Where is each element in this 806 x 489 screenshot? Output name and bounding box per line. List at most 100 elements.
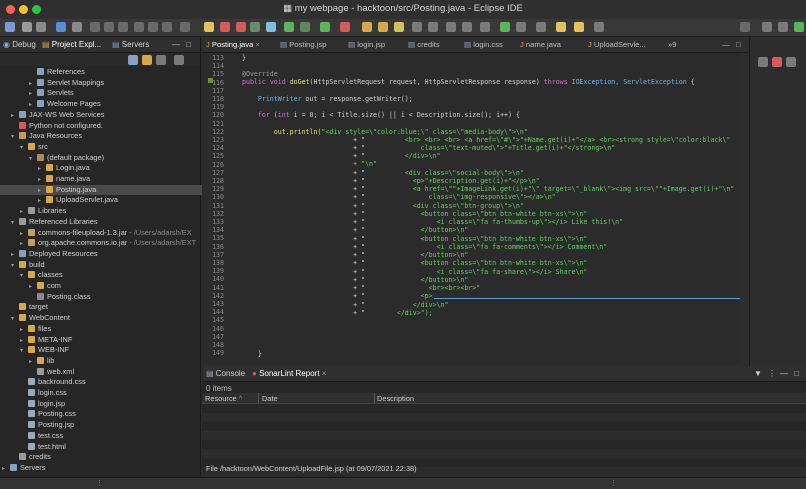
tree-item[interactable]: login.jsp bbox=[0, 399, 220, 410]
tab-posting-java[interactable]: J Posting.java × bbox=[206, 40, 260, 49]
column-resource[interactable]: Resource ^ bbox=[205, 394, 242, 403]
code-area[interactable]: } @Override public void doGet(HttpServle… bbox=[202, 53, 748, 364]
debug-icon[interactable] bbox=[220, 22, 230, 32]
forward-icon[interactable] bbox=[574, 22, 584, 32]
run-server-icon[interactable] bbox=[236, 22, 246, 32]
tree-item[interactable]: ▸ org.apache.commons.io.jar - /Users/adar… bbox=[0, 238, 220, 249]
terminate-icon[interactable] bbox=[118, 22, 128, 32]
close-tab-icon[interactable]: × bbox=[322, 369, 327, 378]
tree-item[interactable]: ▸ Servlet Mappings bbox=[0, 78, 229, 89]
column-divider[interactable] bbox=[374, 393, 375, 403]
column-date[interactable]: Date bbox=[262, 394, 278, 403]
step-return-icon[interactable] bbox=[162, 22, 172, 32]
tree-item[interactable]: login.css bbox=[0, 388, 220, 399]
suspend-icon[interactable] bbox=[104, 22, 114, 32]
restore-icon[interactable] bbox=[786, 57, 796, 67]
new-icon[interactable] bbox=[5, 22, 15, 32]
maximize-editor-icon[interactable]: □ bbox=[736, 40, 741, 49]
editor-scrollbar[interactable] bbox=[740, 53, 748, 364]
open-perspective-icon[interactable] bbox=[762, 22, 772, 32]
back-icon[interactable] bbox=[556, 22, 566, 32]
status-handle[interactable]: ⋮ bbox=[96, 479, 103, 487]
settings-icon[interactable] bbox=[266, 22, 276, 32]
view-menu-icon[interactable] bbox=[174, 55, 184, 65]
tree-item[interactable]: ▸ com bbox=[0, 281, 229, 292]
tab-project-explorer[interactable]: ▤ Project Expl... bbox=[42, 40, 101, 49]
step-over-icon[interactable] bbox=[148, 22, 158, 32]
skip-icon[interactable] bbox=[72, 22, 82, 32]
tree-item[interactable]: ▸ JAX-WS Web Services bbox=[0, 110, 211, 121]
tree-item[interactable]: ▸ META-INF bbox=[0, 335, 220, 346]
tab-sonarlint-report[interactable]: ● SonarLint Report × bbox=[252, 369, 326, 378]
minimize-icon[interactable]: — bbox=[172, 40, 180, 49]
search-tool-icon[interactable] bbox=[394, 22, 404, 32]
tab-credits[interactable]: ▤ credits bbox=[408, 40, 440, 49]
tree-item[interactable]: ▸ Servlets bbox=[0, 88, 229, 99]
view-menu-icon[interactable]: ⋮ bbox=[768, 369, 776, 378]
tree-item[interactable]: web.xml bbox=[0, 367, 229, 378]
link-editor-icon[interactable] bbox=[142, 55, 152, 65]
maximize-icon[interactable]: □ bbox=[186, 40, 191, 49]
maximize-icon[interactable]: □ bbox=[794, 369, 799, 378]
run-icon[interactable] bbox=[284, 22, 294, 32]
tree-item[interactable]: ▾ classes bbox=[0, 270, 220, 281]
tree-item[interactable]: ▾ Referenced Libraries bbox=[0, 217, 211, 228]
search-icon[interactable] bbox=[740, 22, 750, 32]
tree-item[interactable]: ▾ build bbox=[0, 260, 211, 271]
tab-console[interactable]: ▤ Console bbox=[206, 369, 245, 378]
tree-item[interactable]: credits bbox=[0, 452, 211, 463]
task-list-icon[interactable] bbox=[772, 57, 782, 67]
block-selection-icon[interactable] bbox=[500, 22, 510, 32]
close-tab-icon[interactable]: × bbox=[255, 40, 259, 49]
annotation-icon[interactable] bbox=[428, 22, 438, 32]
status-handle[interactable]: ⋮ bbox=[610, 479, 617, 487]
pilcrow-icon[interactable] bbox=[480, 22, 490, 32]
pin-icon[interactable] bbox=[594, 22, 604, 32]
tree-item[interactable]: ▾ (default package) bbox=[0, 153, 229, 164]
open-type-icon[interactable] bbox=[362, 22, 372, 32]
tree-item[interactable]: Posting.jsp bbox=[0, 420, 220, 431]
tab-login-css[interactable]: ▤ login.css bbox=[464, 40, 503, 49]
use-step-filters-icon[interactable] bbox=[204, 22, 214, 32]
tree-item[interactable]: ▸ Deployed Resources bbox=[0, 249, 211, 260]
column-divider[interactable] bbox=[258, 393, 259, 403]
tree-item[interactable]: Posting.css bbox=[0, 409, 220, 420]
save-all-icon[interactable] bbox=[36, 22, 46, 32]
tab-debug[interactable]: ◉ Debug bbox=[3, 40, 36, 49]
open-task-icon[interactable] bbox=[378, 22, 388, 32]
tab-login-jsp[interactable]: ▤ login.jsp bbox=[348, 40, 385, 49]
column-description[interactable]: Description bbox=[377, 394, 414, 403]
java-ee-perspective-icon[interactable] bbox=[778, 22, 788, 32]
tree-item[interactable]: ▸ Libraries bbox=[0, 206, 220, 217]
debug-perspective-icon[interactable] bbox=[794, 22, 804, 32]
filter-icon[interactable]: ▼ bbox=[754, 369, 762, 378]
save-icon[interactable] bbox=[22, 22, 32, 32]
last-edit-icon[interactable] bbox=[536, 22, 546, 32]
coverage-icon[interactable] bbox=[300, 22, 310, 32]
filter-icon[interactable] bbox=[156, 55, 166, 65]
outline-icon[interactable] bbox=[758, 57, 768, 67]
new-java-project-icon[interactable] bbox=[340, 22, 350, 32]
minimize-icon[interactable]: — bbox=[780, 369, 788, 378]
minimize-editor-icon[interactable]: — bbox=[722, 40, 730, 49]
tree-item[interactable]: ▸ files bbox=[0, 324, 220, 335]
tree-item[interactable]: test.css bbox=[0, 431, 220, 442]
tree-item[interactable]: ▸ lib bbox=[0, 356, 229, 367]
prev-annotation-icon[interactable] bbox=[462, 22, 472, 32]
tree-item[interactable]: ▾ WebContent bbox=[0, 313, 211, 324]
tree-item[interactable]: ▸ Servers bbox=[0, 463, 202, 474]
tree-item[interactable]: ▾ WEB-INF bbox=[0, 345, 220, 356]
tree-item[interactable]: ▾ src bbox=[0, 142, 220, 153]
tree-item[interactable]: References bbox=[0, 67, 229, 78]
tab-uploadservlet-java[interactable]: J UploadServle... bbox=[588, 40, 646, 49]
tree-item[interactable]: ▾ Java Resources bbox=[0, 131, 211, 142]
tree-item[interactable]: target bbox=[0, 302, 211, 313]
terminal-icon[interactable] bbox=[56, 22, 66, 32]
tree-item[interactable]: ▸ commons-fileupload-1.3.jar - /Users/ada… bbox=[0, 228, 220, 239]
tree-item[interactable]: backround.css bbox=[0, 377, 220, 388]
toggle-mark-icon[interactable] bbox=[412, 22, 422, 32]
tab-posting-jsp[interactable]: ▤ Posting.jsp bbox=[280, 40, 326, 49]
more-tabs-button[interactable]: »9 bbox=[668, 40, 676, 49]
chevron-right-icon[interactable]: ▸ bbox=[2, 464, 10, 475]
external-tools-icon[interactable] bbox=[320, 22, 330, 32]
